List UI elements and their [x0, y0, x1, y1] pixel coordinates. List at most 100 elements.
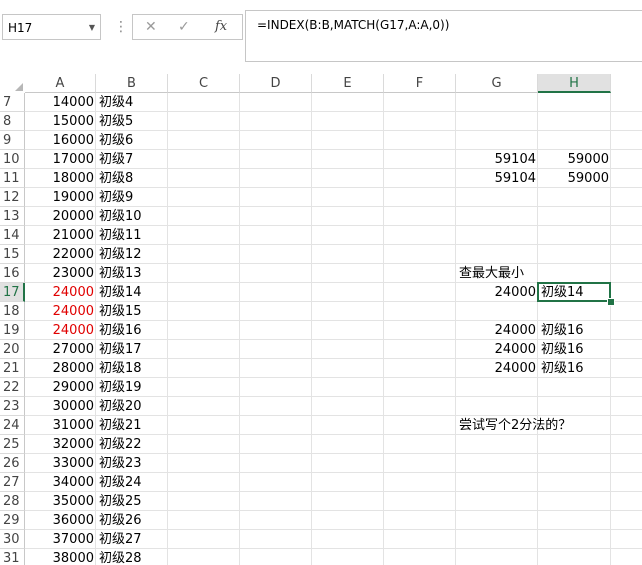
- row-header-18[interactable]: 18: [0, 302, 25, 321]
- row-header-25[interactable]: 25: [0, 435, 25, 454]
- cell-b15[interactable]: 初级12: [99, 245, 142, 264]
- row-header-14[interactable]: 14: [0, 226, 25, 245]
- cell-b18[interactable]: 初级15: [99, 302, 142, 321]
- column-header-g[interactable]: G: [456, 74, 538, 93]
- cell-a10[interactable]: 17000: [25, 150, 96, 169]
- cell-b28[interactable]: 初级25: [99, 492, 142, 511]
- cell-h21[interactable]: 初级16: [541, 359, 584, 378]
- cell-a16[interactable]: 23000: [25, 264, 96, 283]
- cell-b9[interactable]: 初级6: [99, 131, 133, 150]
- cell-b16[interactable]: 初级13: [99, 264, 142, 283]
- column-header-h[interactable]: H: [538, 74, 611, 93]
- cell-b10[interactable]: 初级7: [99, 150, 133, 169]
- cell-a20[interactable]: 27000: [25, 340, 96, 359]
- cell-a15[interactable]: 22000: [25, 245, 96, 264]
- cell-b21[interactable]: 初级18: [99, 359, 142, 378]
- cell-b11[interactable]: 初级8: [99, 169, 133, 188]
- cell-h20[interactable]: 初级16: [541, 340, 584, 359]
- cell-g20[interactable]: 24000: [456, 340, 538, 359]
- confirm-icon[interactable]: ✓: [178, 19, 190, 35]
- column-header-d[interactable]: D: [240, 74, 312, 93]
- chevron-down-icon[interactable]: ▼: [89, 23, 95, 32]
- row-header-11[interactable]: 11: [0, 169, 25, 188]
- cell-a28[interactable]: 35000: [25, 492, 96, 511]
- row-header-10[interactable]: 10: [0, 150, 25, 169]
- cell-g24[interactable]: 尝试写个2分法的？: [459, 416, 571, 435]
- column-header-a[interactable]: A: [25, 74, 96, 93]
- row-header-29[interactable]: 29: [0, 511, 25, 530]
- cell-b20[interactable]: 初级17: [99, 340, 142, 359]
- cell-b19[interactable]: 初级16: [99, 321, 142, 340]
- cell-h10[interactable]: 59000: [538, 150, 611, 169]
- column-header-b[interactable]: B: [96, 74, 168, 93]
- cell-b14[interactable]: 初级11: [99, 226, 142, 245]
- cell-a17[interactable]: 24000: [25, 283, 96, 302]
- cell-a23[interactable]: 30000: [25, 397, 96, 416]
- row-header-9[interactable]: 9: [0, 131, 25, 150]
- cell-a27[interactable]: 34000: [25, 473, 96, 492]
- row-header-27[interactable]: 27: [0, 473, 25, 492]
- cell-b31[interactable]: 初级28: [99, 549, 142, 565]
- cell-a11[interactable]: 18000: [25, 169, 96, 188]
- row-header-31[interactable]: 31: [0, 549, 25, 565]
- cell-b29[interactable]: 初级26: [99, 511, 142, 530]
- cell-g19[interactable]: 24000: [456, 321, 538, 340]
- cell-a21[interactable]: 28000: [25, 359, 96, 378]
- cell-a7[interactable]: 14000: [25, 93, 96, 112]
- cell-a29[interactable]: 36000: [25, 511, 96, 530]
- row-header-8[interactable]: 8: [0, 112, 25, 131]
- row-header-7[interactable]: 7: [0, 93, 25, 112]
- cell-a31[interactable]: 38000: [25, 549, 96, 565]
- row-header-16[interactable]: 16: [0, 264, 25, 283]
- cell-b26[interactable]: 初级23: [99, 454, 142, 473]
- column-header-e[interactable]: E: [312, 74, 384, 93]
- row-header-22[interactable]: 22: [0, 378, 25, 397]
- row-header-26[interactable]: 26: [0, 454, 25, 473]
- column-header-f[interactable]: F: [384, 74, 456, 93]
- cell-b7[interactable]: 初级4: [99, 93, 133, 112]
- row-header-21[interactable]: 21: [0, 359, 25, 378]
- name-box[interactable]: H17 ▼: [2, 14, 101, 40]
- cell-b24[interactable]: 初级21: [99, 416, 142, 435]
- row-header-24[interactable]: 24: [0, 416, 25, 435]
- cell-a18[interactable]: 24000: [25, 302, 96, 321]
- cell-a13[interactable]: 20000: [25, 207, 96, 226]
- cell-a12[interactable]: 19000: [25, 188, 96, 207]
- cell-g21[interactable]: 24000: [456, 359, 538, 378]
- cell-a14[interactable]: 21000: [25, 226, 96, 245]
- cell-b17[interactable]: 初级14: [99, 283, 142, 302]
- cell-b13[interactable]: 初级10: [99, 207, 142, 226]
- cell-a26[interactable]: 33000: [25, 454, 96, 473]
- cell-b25[interactable]: 初级22: [99, 435, 142, 454]
- cell-g16[interactable]: 查最大最小: [459, 264, 524, 283]
- column-header-c[interactable]: C: [168, 74, 240, 93]
- insert-function-icon[interactable]: fx: [215, 19, 227, 34]
- cell-h19[interactable]: 初级16: [541, 321, 584, 340]
- cell-a8[interactable]: 15000: [25, 112, 96, 131]
- formula-text[interactable]: =INDEX(B:B,MATCH(G17,A:A,0)): [257, 18, 449, 32]
- formula-input[interactable]: =INDEX(B:B,MATCH(G17,A:A,0)): [245, 10, 642, 62]
- drag-handle-icon[interactable]: ⋮: [114, 14, 128, 40]
- cell-a22[interactable]: 29000: [25, 378, 96, 397]
- cell-g10[interactable]: 59104: [456, 150, 538, 169]
- cell-b27[interactable]: 初级24: [99, 473, 142, 492]
- row-header-15[interactable]: 15: [0, 245, 25, 264]
- select-all-button[interactable]: [0, 74, 25, 93]
- cell-g17[interactable]: 24000: [456, 283, 538, 302]
- cell-b22[interactable]: 初级19: [99, 378, 142, 397]
- fill-handle[interactable]: [607, 298, 615, 306]
- name-box-value[interactable]: H17: [8, 21, 32, 35]
- row-header-19[interactable]: 19: [0, 321, 25, 340]
- cell-g11[interactable]: 59104: [456, 169, 538, 188]
- row-header-13[interactable]: 13: [0, 207, 25, 226]
- cancel-icon[interactable]: ✕: [145, 19, 157, 35]
- cell-a9[interactable]: 16000: [25, 131, 96, 150]
- cell-a19[interactable]: 24000: [25, 321, 96, 340]
- row-header-12[interactable]: 12: [0, 188, 25, 207]
- row-header-20[interactable]: 20: [0, 340, 25, 359]
- cell-b12[interactable]: 初级9: [99, 188, 133, 207]
- cell-b30[interactable]: 初级27: [99, 530, 142, 549]
- cell-b23[interactable]: 初级20: [99, 397, 142, 416]
- row-header-28[interactable]: 28: [0, 492, 25, 511]
- cell-a25[interactable]: 32000: [25, 435, 96, 454]
